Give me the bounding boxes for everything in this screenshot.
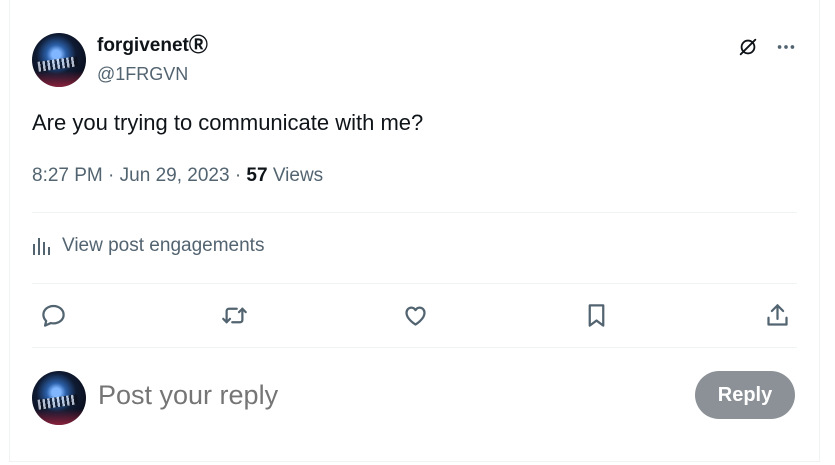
views-count: 57 — [246, 165, 268, 186]
author-display-name[interactable]: forgivenetⓇ — [97, 33, 208, 59]
like-button[interactable] — [398, 298, 432, 332]
post-card: forgivenetⓇ @1FRGVN Are you trying to co… — [9, 0, 820, 462]
reply-submit-button[interactable]: Reply — [695, 371, 795, 419]
reply-icon — [41, 304, 65, 327]
post-date[interactable]: Jun 29, 2023 — [120, 165, 230, 186]
share-icon — [766, 303, 788, 326]
bookmark-icon — [588, 303, 604, 327]
post-action-bar — [32, 298, 797, 332]
avatar-piano-graphic — [37, 56, 79, 72]
avatar-floor-glow — [32, 409, 86, 425]
current-user-avatar[interactable] — [32, 371, 86, 425]
divider — [32, 212, 797, 213]
divider — [32, 347, 797, 348]
more-options-icon[interactable] — [773, 34, 799, 60]
repost-icon — [221, 307, 247, 323]
views-label: Views — [272, 165, 324, 186]
author-handle[interactable]: @1FRGVN — [97, 62, 188, 86]
meta-separator: · — [234, 165, 247, 186]
view-engagements-link[interactable]: View post engagements — [32, 233, 264, 259]
reply-input[interactable] — [98, 376, 678, 414]
repost-button[interactable] — [217, 298, 251, 332]
post-meta: 8:27 PM · Jun 29, 2023 · 57 Views — [32, 163, 323, 189]
meta-separator: · — [108, 165, 120, 186]
divider — [32, 283, 797, 284]
post-text: Are you trying to communicate with me? — [32, 110, 424, 135]
bookmark-button[interactable] — [579, 298, 613, 332]
post-header-actions — [735, 34, 799, 60]
avatar-floor-glow — [32, 71, 86, 87]
share-button[interactable] — [760, 298, 794, 332]
like-icon — [404, 306, 426, 326]
view-engagements-label: View post engagements — [62, 235, 265, 256]
reply-button[interactable] — [36, 298, 70, 332]
analytics-icon — [33, 238, 50, 255]
grok-icon[interactable] — [735, 34, 761, 60]
post-time[interactable]: 8:27 PM — [32, 165, 103, 186]
avatar-piano-graphic — [37, 394, 79, 410]
author-avatar[interactable] — [32, 33, 86, 87]
